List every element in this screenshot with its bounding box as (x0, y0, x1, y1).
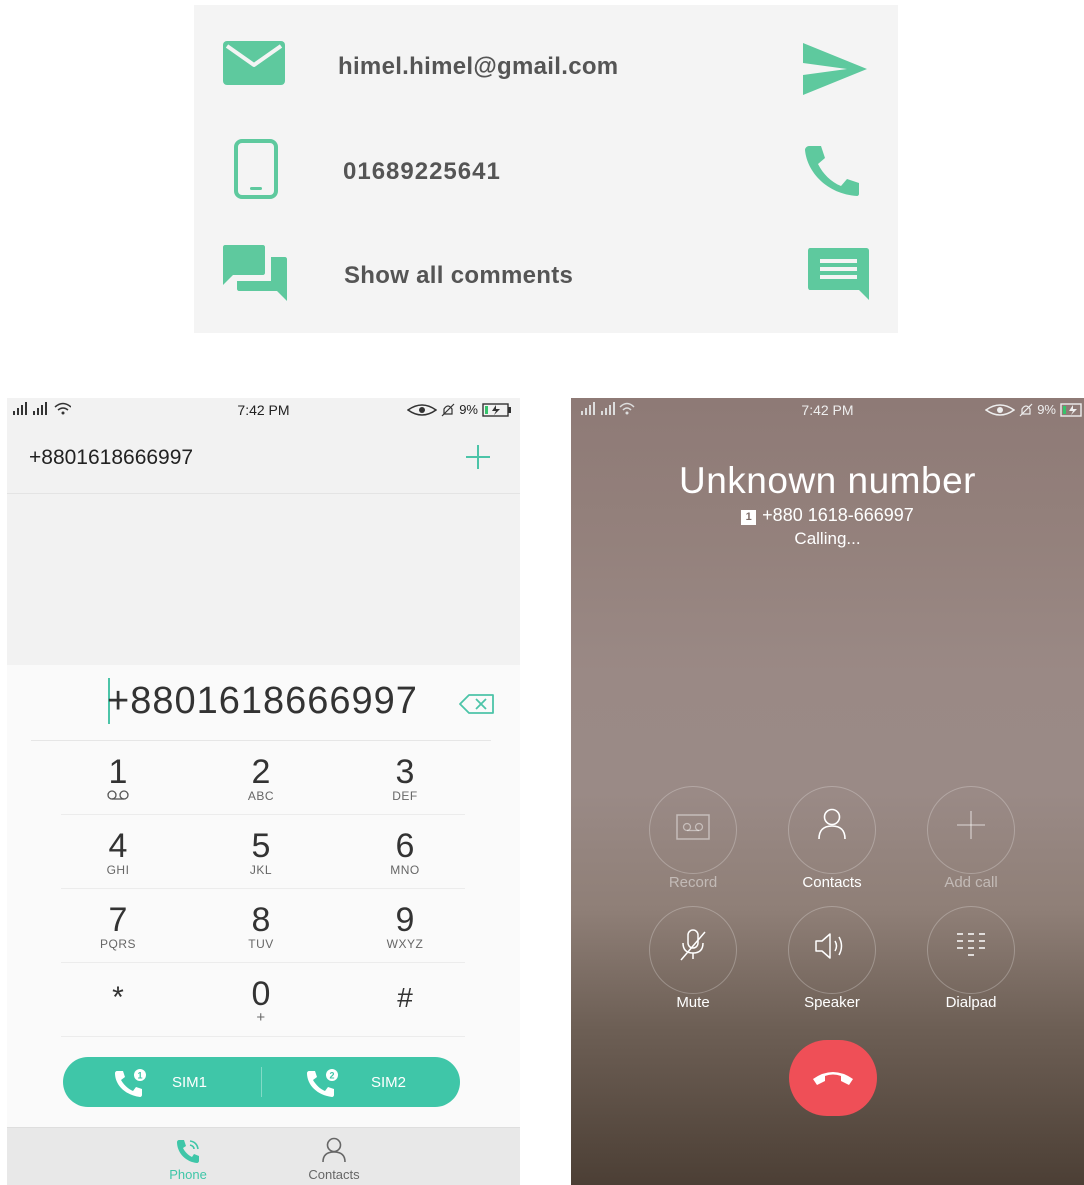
end-call-button[interactable] (789, 1040, 877, 1116)
status-right: 9% (985, 402, 1082, 417)
key-1[interactable]: 1 (48, 748, 188, 822)
contact-card: himel.himel@gmail.com 01689225641 Show a… (194, 5, 898, 333)
dialpad-label: Dialpad (945, 994, 997, 1011)
svg-text:1: 1 (137, 1071, 142, 1081)
key-3[interactable]: 3 DEF (335, 748, 475, 822)
nav-phone[interactable]: Phone (128, 1128, 248, 1185)
key-5[interactable]: 5 JKL (191, 822, 331, 896)
mute-icon (680, 929, 706, 961)
send-icon[interactable] (803, 43, 867, 95)
battery-percent: 9% (459, 402, 478, 417)
key-0[interactable]: 0 + (191, 970, 331, 1044)
suggestions-area (7, 495, 520, 665)
caller-number-line: 1 +880 1618-666997 (571, 505, 1084, 526)
message-icon[interactable] (808, 248, 870, 300)
add-icon (957, 811, 985, 839)
mute-bell-icon (1019, 403, 1033, 416)
key-8[interactable]: 8 TUV (191, 896, 331, 970)
sim1-call-button[interactable]: 1 SIM1 (63, 1057, 261, 1107)
dialpad-button[interactable]: Dialpad (911, 906, 1031, 1016)
eye-icon (985, 403, 1016, 416)
add-call-label: Add call (944, 874, 998, 891)
call-status: Calling... (794, 529, 861, 548)
bottom-nav: Phone Contacts (7, 1127, 520, 1185)
speaker-icon (815, 933, 843, 959)
phone-row[interactable]: 01689225641 (194, 117, 898, 217)
sim-call-bar: 1 SIM1 2 SIM2 (63, 1057, 460, 1107)
status-bar: 7:42 PM 9% (7, 398, 520, 422)
input-divider (31, 740, 491, 741)
status-right: 9% (407, 402, 512, 417)
mute-bell-icon (441, 403, 455, 416)
contacts-button[interactable]: Contacts (772, 786, 892, 896)
speaker-button[interactable]: Speaker (772, 906, 892, 1016)
email-row[interactable]: himel.himel@gmail.com (194, 13, 898, 113)
calling-screen: 7:42 PM 9% Unknown number 1 +880 1618-666… (571, 398, 1084, 1185)
record-icon (676, 814, 710, 840)
contact-icon (818, 808, 846, 840)
nav-contacts[interactable]: Contacts (274, 1128, 394, 1185)
speaker-label: Speaker (804, 994, 860, 1011)
mute-button[interactable]: Mute (633, 906, 753, 1016)
battery-percent: 9% (1037, 402, 1056, 417)
dialer-screen: 7:42 PM 9% +8801618666997 +8801618666997… (7, 398, 520, 1185)
sim1-label: SIM1 (172, 1074, 208, 1091)
mobile-phone-icon (234, 139, 278, 199)
call-sim2-icon: 2 (307, 1069, 338, 1097)
voicemail-icon (48, 790, 188, 802)
call-sim1-icon: 1 (115, 1069, 146, 1097)
call-icon[interactable] (803, 144, 861, 196)
record-button[interactable]: Record (633, 786, 753, 896)
key-2[interactable]: 2 ABC (191, 748, 331, 822)
nav-contacts-label: Contacts (308, 1167, 360, 1182)
sim2-call-button[interactable]: 2 SIM2 (262, 1057, 460, 1107)
sim-badge: 1 (741, 510, 757, 525)
key-row-divider (61, 814, 465, 815)
caller-number: +880 1618-666997 (762, 505, 914, 525)
person-icon (322, 1137, 346, 1163)
sim2-label: SIM2 (371, 1074, 407, 1091)
comments-row[interactable]: Show all comments (194, 221, 898, 321)
key-4[interactable]: 4 GHI (48, 822, 188, 896)
phone-number: 01689225641 (343, 158, 501, 185)
key-9[interactable]: 9 WXYZ (335, 896, 475, 970)
nav-phone-label: Phone (169, 1167, 207, 1182)
email-address: himel.himel@gmail.com (338, 53, 619, 80)
svg-text:2: 2 (329, 1071, 334, 1081)
number-header: +8801618666997 (7, 432, 520, 494)
mute-label: Mute (676, 994, 710, 1011)
add-call-button[interactable]: Add call (911, 786, 1031, 896)
mail-icon (223, 41, 285, 85)
end-call-icon (813, 1072, 853, 1085)
record-label: Record (668, 874, 718, 891)
battery-icon (1060, 402, 1082, 417)
backspace-icon[interactable] (459, 694, 495, 714)
caller-name: Unknown number (679, 460, 976, 501)
eye-icon (407, 403, 438, 416)
phone-icon (177, 1140, 199, 1163)
key-row-divider (61, 962, 465, 963)
header-number: +8801618666997 (29, 446, 194, 469)
key-row-divider (61, 888, 465, 889)
key-row-divider (61, 1036, 465, 1037)
status-bar: 7:42 PM 9% (571, 398, 1084, 422)
dialpad-icon (957, 933, 985, 956)
key-6[interactable]: 6 MNO (335, 822, 475, 896)
show-comments-link[interactable]: Show all comments (344, 262, 573, 290)
contacts-label: Contacts (802, 874, 862, 891)
add-contact-icon[interactable] (464, 442, 492, 479)
chat-bubbles-icon (223, 245, 287, 301)
dial-input[interactable]: +8801618666997 (107, 680, 418, 723)
battery-icon (482, 402, 511, 417)
key-7[interactable]: 7 PQRS (48, 896, 188, 970)
